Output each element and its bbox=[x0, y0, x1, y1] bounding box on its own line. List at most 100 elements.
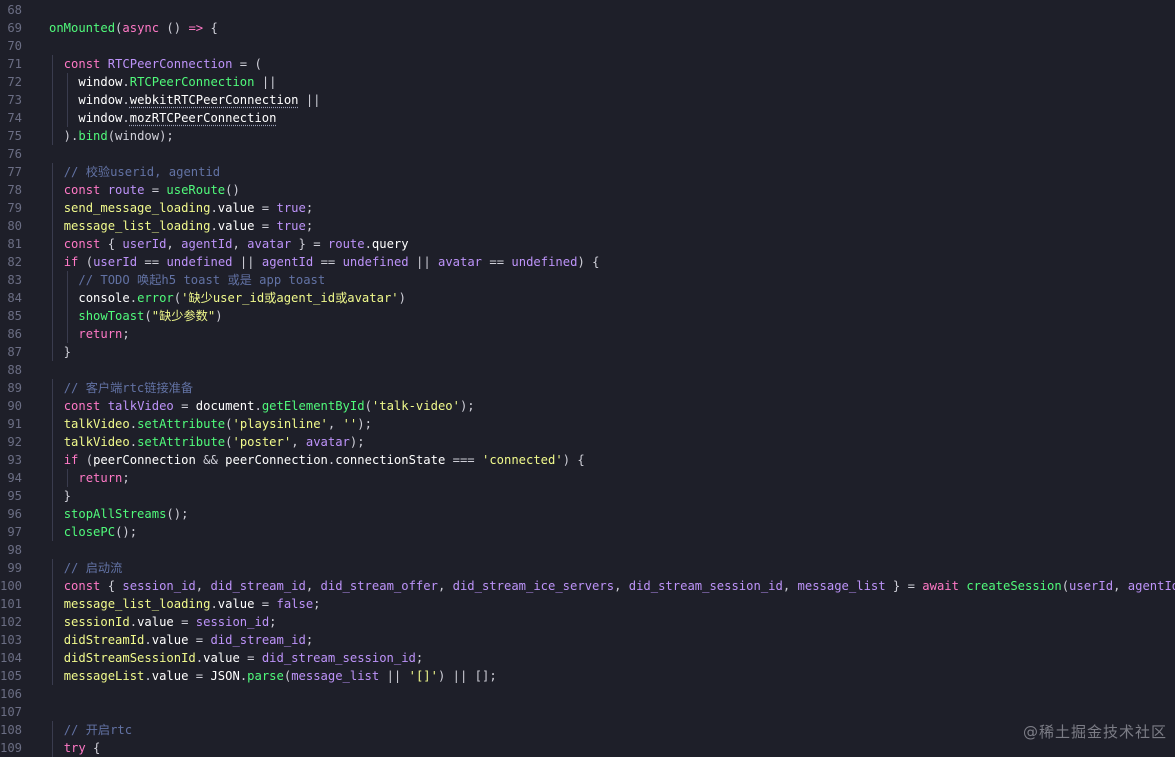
code-token: value bbox=[137, 615, 174, 629]
code-token: "缺少参数" bbox=[151, 309, 216, 323]
code-line[interactable]: 107 bbox=[0, 703, 1175, 721]
code-line[interactable]: 102 sessionId.value = session_id; bbox=[0, 613, 1175, 631]
code-token: did_stream_ice_servers bbox=[452, 579, 615, 593]
code-line[interactable]: 104 didStreamSessionId.value = did_strea… bbox=[0, 649, 1175, 667]
code-token: value bbox=[151, 669, 189, 683]
line-number: 101 bbox=[0, 597, 23, 611]
code-line[interactable]: 82 if (userId == undefined || agentId ==… bbox=[0, 253, 1175, 271]
code-token: userId bbox=[93, 255, 138, 269]
code-token: = bbox=[173, 615, 196, 629]
code-token: undefined bbox=[511, 255, 578, 269]
code-line[interactable]: 80 message_list_loading.value = true; bbox=[0, 217, 1175, 235]
code-token: (); bbox=[115, 525, 138, 539]
code-token: undefined bbox=[342, 255, 409, 269]
code-text: // 校验userid, agentid bbox=[49, 163, 220, 181]
code-token: window bbox=[78, 75, 123, 89]
code-line[interactable]: 106 bbox=[0, 685, 1175, 703]
code-line[interactable]: 93 if (peerConnection && peerConnection.… bbox=[0, 451, 1175, 469]
code-line[interactable]: 74 window.mozRTCPeerConnection bbox=[0, 109, 1175, 127]
code-token: did_stream_session_id bbox=[628, 579, 783, 593]
code-text: showToast("缺少参数") bbox=[49, 307, 222, 325]
code-line[interactable]: 98 bbox=[0, 541, 1175, 559]
code-token: { bbox=[85, 741, 101, 755]
code-token: => bbox=[188, 21, 204, 35]
code-line[interactable]: 81 const { userId, agentId, avatar } = r… bbox=[0, 235, 1175, 253]
code-line[interactable]: 84 console.error('缺少user_id或agent_id或ava… bbox=[0, 289, 1175, 307]
code-editor[interactable]: 68 69 onMounted(async () => { 70 71 const RT… bbox=[0, 0, 1175, 757]
code-token: ); bbox=[459, 399, 475, 413]
code-line[interactable]: 96 stopAllStreams(); bbox=[0, 505, 1175, 523]
code-token: = bbox=[239, 651, 262, 665]
code-line[interactable]: 100 const { session_id, did_stream_id, d… bbox=[0, 577, 1175, 595]
code-token: onMounted bbox=[49, 21, 116, 35]
code-token: . bbox=[122, 111, 130, 125]
code-line[interactable]: 70 bbox=[0, 37, 1175, 55]
code-line[interactable]: 103 didStreamId.value = did_stream_id; bbox=[0, 631, 1175, 649]
code-line[interactable]: 83 // TODO 唤起h5 toast 或是 app toast bbox=[0, 271, 1175, 289]
line-number: 77 bbox=[7, 165, 22, 179]
code-line[interactable]: 88 bbox=[0, 361, 1175, 379]
code-token: , bbox=[327, 417, 343, 431]
line-number: 82 bbox=[7, 255, 22, 269]
code-line[interactable]: 90 const talkVideo = document.getElement… bbox=[0, 397, 1175, 415]
code-line[interactable]: 109 try { bbox=[0, 739, 1175, 757]
code-text: const RTCPeerConnection = ( bbox=[49, 55, 262, 73]
code-token: , bbox=[195, 579, 211, 593]
code-line[interactable]: 87 } bbox=[0, 343, 1175, 361]
line-number: 93 bbox=[7, 453, 22, 467]
code-line[interactable]: 108 // 开启rtc bbox=[0, 721, 1175, 739]
code-text: stopAllStreams(); bbox=[49, 505, 189, 523]
code-line[interactable]: 78 const route = useRoute() bbox=[0, 181, 1175, 199]
code-line[interactable]: 77 // 校验userid, agentid bbox=[0, 163, 1175, 181]
code-text: const { userId, agentId, avatar } = rout… bbox=[49, 235, 409, 253]
code-text: if (peerConnection && peerConnection.con… bbox=[49, 451, 585, 469]
code-line[interactable]: 95 } bbox=[0, 487, 1175, 505]
code-token: = ( bbox=[232, 57, 262, 71]
code-text: const route = useRoute() bbox=[49, 181, 240, 199]
code-line[interactable]: 92 talkVideo.setAttribute('poster', avat… bbox=[0, 433, 1175, 451]
code-token: true bbox=[276, 219, 306, 233]
code-text: sessionId.value = session_id; bbox=[49, 613, 277, 631]
code-token: if bbox=[63, 453, 79, 467]
line-number: 70 bbox=[7, 39, 22, 53]
code-line[interactable]: 101 message_list_loading.value = false; bbox=[0, 595, 1175, 613]
code-line[interactable]: 97 closePC(); bbox=[0, 523, 1175, 541]
code-line[interactable]: 89 // 客户端rtc链接准备 bbox=[0, 379, 1175, 397]
code-text: } bbox=[49, 487, 71, 505]
code-line[interactable]: 94 return; bbox=[0, 469, 1175, 487]
code-token: bind bbox=[78, 129, 108, 143]
code-line[interactable]: 105 messageList.value = JSON.parse(messa… bbox=[0, 667, 1175, 685]
code-line[interactable]: 91 talkVideo.setAttribute('playsinline',… bbox=[0, 415, 1175, 433]
line-number: 88 bbox=[7, 363, 22, 377]
code-line[interactable]: 73 window.webkitRTCPeerConnection || bbox=[0, 91, 1175, 109]
code-line[interactable]: 75 ).bind(window); bbox=[0, 127, 1175, 145]
line-number: 94 bbox=[7, 471, 22, 485]
code-token: ) || []; bbox=[437, 669, 497, 683]
line-number: 102 bbox=[0, 615, 23, 629]
code-text: send_message_loading.value = true; bbox=[49, 199, 314, 217]
code-line[interactable]: 72 window.RTCPeerConnection || bbox=[0, 73, 1175, 91]
code-token: message_list bbox=[291, 669, 380, 683]
code-line[interactable]: 99 // 启动流 bbox=[0, 559, 1175, 577]
code-token: ( bbox=[173, 291, 182, 305]
code-token: (window); bbox=[107, 129, 174, 143]
code-line[interactable]: 79 send_message_loading.value = true; bbox=[0, 199, 1175, 217]
code-token: value bbox=[151, 633, 189, 647]
code-token: { bbox=[100, 579, 123, 593]
code-line[interactable]: 86 return; bbox=[0, 325, 1175, 343]
line-number: 73 bbox=[7, 93, 22, 107]
code-line[interactable]: 71 const RTCPeerConnection = ( bbox=[0, 55, 1175, 73]
code-token: message_list_loading bbox=[63, 597, 211, 611]
code-token: '' bbox=[342, 417, 358, 431]
code-line[interactable]: 76 bbox=[0, 145, 1175, 163]
code-token: ) bbox=[398, 291, 406, 305]
code-line[interactable]: 68 bbox=[0, 1, 1175, 19]
code-line[interactable]: 85 showToast("缺少参数") bbox=[0, 307, 1175, 325]
code-line[interactable]: 69 onMounted(async () => { bbox=[0, 19, 1175, 37]
